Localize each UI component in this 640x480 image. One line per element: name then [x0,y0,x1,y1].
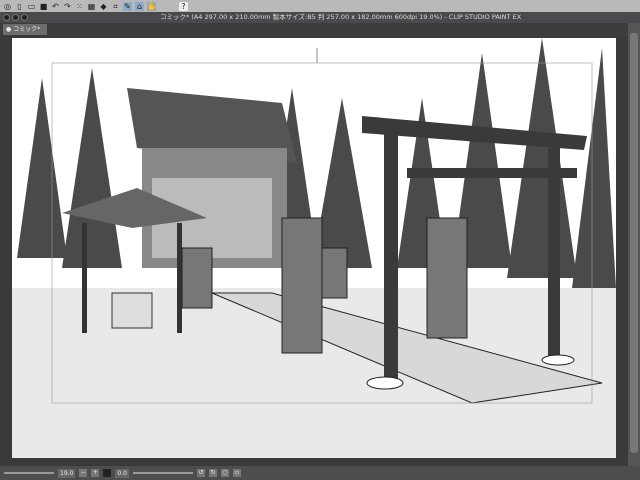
flip-icon[interactable]: ▫ [232,469,241,477]
close-window-button[interactable] [3,14,10,21]
tab-bar: ● コミック* [0,23,628,36]
select-all-icon[interactable]: ⁙ [75,2,84,11]
fill-icon[interactable]: ◆ [99,2,108,11]
zoom-slider[interactable] [4,472,54,474]
canvas-page[interactable] [12,38,616,458]
fit-icon[interactable] [103,469,112,477]
zoom-out-icon[interactable]: − [79,469,88,477]
open-icon[interactable]: ▭ [27,2,36,11]
shrine [127,88,297,268]
tab-label: コミック* [13,26,41,33]
title-bar: コミック* (A4 297.00 x 210.00mm 製本サイズ:B5 判 2… [0,12,640,23]
reset-rotation-icon[interactable]: ○ [220,469,229,477]
scroll-thumb[interactable] [630,33,638,453]
illustration [12,38,616,458]
window-title: コミック* (A4 297.00 x 210.00mm 製本サイズ:B5 判 2… [160,13,522,21]
save-icon[interactable]: ■ [39,2,48,11]
zoom-value[interactable]: 19.0 [58,468,76,478]
maximize-window-button[interactable] [21,14,28,21]
hand-icon[interactable]: ✋ [147,1,157,11]
rotate-left-icon[interactable]: ↺ [196,469,205,477]
rotate-right-icon[interactable]: ↻ [208,469,217,477]
new-icon[interactable]: ▯ [15,2,24,11]
canvas-area[interactable] [0,36,628,466]
redo-icon[interactable]: ↷ [63,2,72,11]
tab-document[interactable]: ● コミック* [3,24,47,35]
rotation-angle[interactable]: 0.0 [115,468,129,478]
main-toolbar: ◎ ▯ ▭ ■ ↶ ↷ ⁙ ▦ ◆ ⌗ ✎ ⌂ ✋ ? [0,0,640,12]
deselect-icon[interactable]: ▦ [87,2,96,11]
clip-studio-icon[interactable]: ◎ [3,2,12,11]
undo-icon[interactable]: ↶ [51,2,60,11]
pen-icon[interactable]: ✎ [123,1,132,11]
minimize-window-button[interactable] [12,14,19,21]
zoom-in-icon[interactable]: + [91,469,100,477]
bucket-icon[interactable]: ⌂ [135,1,144,11]
transform-icon[interactable]: ⌗ [111,2,120,11]
rotation-slider[interactable] [132,472,193,474]
status-bar: 19.0 − + 0.0 ↺ ↻ ○ ▫ [0,466,640,480]
vertical-scrollbar[interactable] [628,23,640,466]
help-icon[interactable]: ? [179,1,188,11]
